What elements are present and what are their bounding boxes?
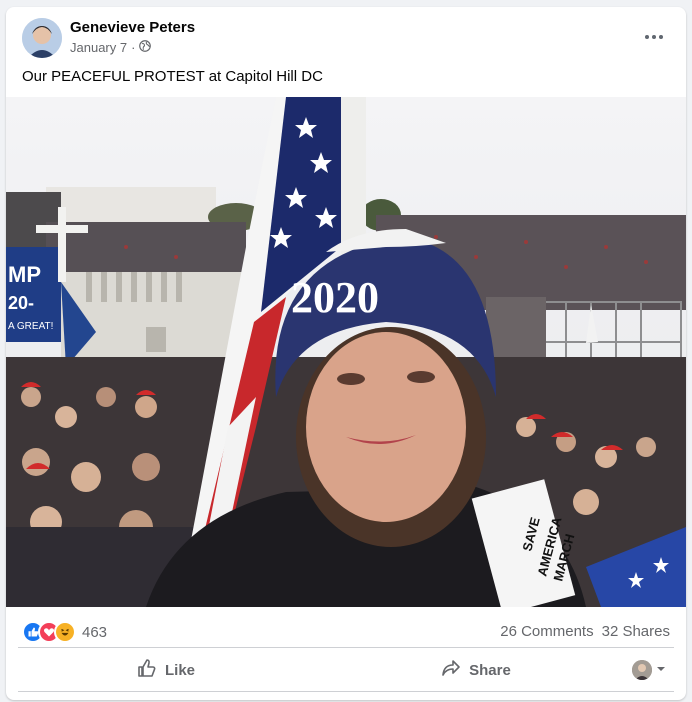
chevron-down-icon [656, 661, 666, 679]
stats-divider [18, 647, 674, 648]
viewer-avatar [632, 660, 652, 680]
banner-text-2: 20- [8, 293, 34, 313]
share-icon [441, 658, 461, 682]
post-header: Genevieve Peters January 7 · Our PEACEFU… [6, 7, 686, 97]
hat-text: 2020 [291, 273, 379, 322]
post-meta: January 7 · [70, 40, 152, 55]
share-button[interactable]: Share [376, 650, 576, 690]
thumbs-up-icon [137, 658, 157, 682]
meta-separator: · [131, 40, 136, 55]
actions-divider [18, 691, 674, 692]
globe-icon [139, 40, 152, 55]
post-card: Genevieve Peters January 7 · Our PEACEFU… [6, 7, 686, 700]
shares-count[interactable]: 32 Shares [602, 623, 670, 640]
like-label: Like [164, 661, 195, 679]
author-name[interactable]: Genevieve Peters [70, 19, 195, 36]
post-photo[interactable]: MP 20- A GREAT! 2020 SAVE AMERICA MARCH [6, 97, 686, 607]
like-button[interactable]: Like [66, 650, 266, 690]
haha-icon [54, 621, 76, 643]
reaction-count: 463 [82, 623, 108, 641]
engagement-counts: 26 Comments 32 Shares [500, 623, 670, 640]
post-date[interactable]: January 7 [70, 40, 127, 55]
banner-text-1: MP [8, 262, 41, 287]
comments-count[interactable]: 26 Comments [500, 623, 593, 640]
share-label: Share [469, 661, 511, 679]
post-stats: 463 26 Comments 32 Shares [6, 613, 686, 643]
banner-text-3: A GREAT! [8, 321, 53, 332]
author-avatar[interactable] [22, 18, 62, 58]
viewer-selector[interactable] [632, 660, 666, 680]
post-actions: Like Share [6, 650, 686, 690]
reactions-summary[interactable]: 463 [22, 621, 107, 643]
more-options-icon[interactable] [636, 25, 672, 49]
post-caption: Our PEACEFUL PROTEST at Capitol Hill DC [22, 68, 323, 85]
